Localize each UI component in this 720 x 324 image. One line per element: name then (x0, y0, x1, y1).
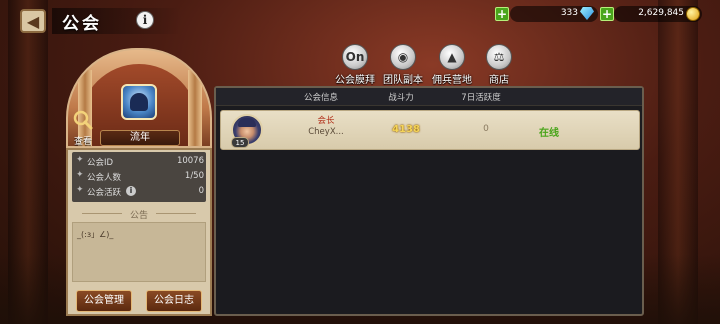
star-icon: ✦ (76, 155, 84, 165)
column-activity: 7日活跃度 (461, 93, 501, 103)
nav-shop[interactable]: ⚖ 商店 (474, 44, 524, 86)
nav-label: 公会膜拜 (335, 75, 375, 86)
nav-team-dungeon[interactable]: ◉ 团队副本 (378, 44, 428, 86)
member-power: 4138 (392, 124, 420, 135)
arch-pillar (188, 70, 202, 146)
stat-row-id: ✦ 公会ID 10076 (76, 154, 204, 168)
level-badge: 15 (231, 137, 249, 148)
guild-log-button[interactable]: 公会日志 (146, 290, 202, 312)
gold-count: 2,629,845 (638, 8, 684, 18)
back-button[interactable]: ◀ (20, 9, 46, 33)
stat-value: 10076 (176, 156, 204, 166)
search-icon[interactable] (73, 110, 93, 130)
guild-emblem-icon[interactable] (121, 84, 157, 120)
add-gems-button[interactable]: + (495, 7, 509, 21)
list-header: 公会信息 战斗力 7日活跃度 (216, 88, 642, 106)
nav-label: 商店 (489, 75, 509, 86)
member-status: 在线 (539, 128, 559, 139)
member-activity: 0 (483, 124, 489, 134)
avatar-hat (238, 118, 256, 127)
page-title: 公会 (62, 14, 102, 34)
scales-shop-icon: ⚖ (486, 44, 512, 70)
nav-guild-worship[interactable]: On 公会膜拜 (330, 44, 380, 86)
info-icon[interactable]: i (126, 186, 136, 196)
stat-value: 1/50 (184, 171, 204, 181)
gold-coin-icon (686, 7, 700, 21)
mercenary-camp-icon: ▲ (439, 44, 465, 70)
back-arrow-icon: ◀ (26, 11, 40, 31)
guild-stats: ✦ 公会ID 10076 ✦ 公会人数 1/50 ✦ 公会活跃 i 0 (72, 152, 206, 202)
worship-icon: On (342, 44, 368, 70)
notice-box[interactable]: _(:з」∠)_ (72, 222, 206, 282)
nav-label: 团队副本 (383, 75, 423, 86)
notice-title: 公告 (129, 211, 148, 221)
divider (156, 213, 196, 214)
member-role: 会长 (317, 116, 335, 126)
info-icon[interactable]: i (136, 11, 154, 29)
guild-name: 流年 (100, 130, 180, 146)
stat-row-activity: ✦ 公会活跃 i 0 (76, 184, 204, 198)
table-row[interactable]: 15 会长 CheyX... 4138 0 在线 (220, 110, 640, 150)
stat-label: 公会活跃 (87, 188, 122, 198)
emblem-shape (130, 93, 148, 111)
stat-label: 公会ID (87, 158, 114, 168)
guild-manage-button[interactable]: 公会管理 (76, 290, 132, 312)
column-guild-info: 公会信息 (303, 93, 338, 103)
stat-label: 公会人数 (87, 173, 122, 183)
add-gold-button[interactable]: + (600, 7, 614, 21)
nav-label: 佣兵营地 (432, 75, 472, 86)
guild-info-panel: 查看 流年 ✦ 公会ID 10076 ✦ 公会人数 1/50 ✦ 公会活跃 i … (66, 48, 212, 316)
stat-value: 0 (198, 186, 204, 196)
gem-count: 333 (560, 8, 578, 18)
star-icon: ✦ (76, 170, 84, 180)
search-label: 查看 (74, 137, 93, 147)
star-icon: ✦ (76, 185, 84, 195)
notice-text: _(:з」∠)_ (77, 230, 114, 239)
team-dungeon-icon: ◉ (390, 44, 416, 70)
nav-mercenary-camp[interactable]: ▲ 佣兵营地 (427, 44, 477, 86)
member-name: CheyX... (308, 127, 344, 137)
stat-row-members: ✦ 公会人数 1/50 (76, 169, 204, 183)
guild-details-box: ✦ 公会ID 10076 ✦ 公会人数 1/50 ✦ 公会活跃 i 0 公告 _… (66, 148, 212, 316)
column-power: 战斗力 (388, 93, 414, 103)
member-list: 公会信息 战斗力 7日活跃度 15 会长 CheyX... 4138 0 在线 (214, 86, 644, 316)
